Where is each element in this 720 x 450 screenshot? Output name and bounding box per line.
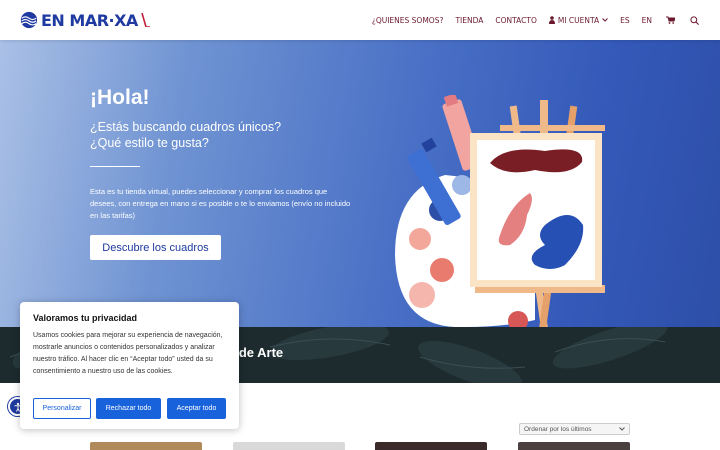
search-button[interactable] (687, 13, 701, 27)
nav-quienes-somos[interactable]: ¿QUIENES SOMOS? (366, 16, 450, 25)
product-card[interactable] (375, 442, 487, 450)
product-card[interactable] (90, 442, 202, 450)
site-header: EN MAR·XA ¿QUIENES SOMOS? TIENDA CONTACT… (0, 0, 720, 40)
cookie-text: Usamos cookies para mejorar su experienc… (33, 332, 223, 375)
main-nav: ¿QUIENES SOMOS? TIENDA CONTACTO MI CUENT… (366, 0, 706, 40)
sort-select-value: Ordenar por los últimos (524, 425, 592, 433)
nav-lang-en[interactable]: EN (636, 16, 658, 25)
reject-all-button[interactable]: Rechazar todo (96, 398, 161, 419)
sort-select[interactable]: Ordenar por los últimos (519, 423, 630, 435)
nav-label: ¿QUIENES SOMOS? (371, 15, 444, 25)
nav-label: MI CUENTA (557, 15, 600, 25)
hero-description: Esta es tu tienda virtual, puedes selecc… (90, 187, 351, 220)
hero-subtitle: ¿Estás buscando cuadros únicos? ¿Qué est… (90, 119, 330, 151)
nav-mi-cuenta[interactable]: MI CUENTA (543, 16, 614, 25)
nav-lang-es[interactable]: ES (614, 16, 636, 25)
hero-title: ¡Hola! (90, 86, 150, 109)
nav-label: CONTACTO (495, 15, 537, 25)
hero-subtitle-line: ¿Estás buscando cuadros únicos? (90, 120, 282, 134)
cookie-consent-banner: Valoramos tu privacidad Usamos cookies p… (20, 302, 239, 429)
cookie-title: Valoramos tu privacidad (33, 313, 138, 323)
chevron-down-icon (602, 18, 608, 22)
user-icon (548, 16, 555, 24)
customize-cookies-button[interactable]: Personalizar (33, 398, 91, 419)
page: EN MAR·XA ¿QUIENES SOMOS? TIENDA CONTACT… (0, 0, 720, 450)
nav-label: ES (620, 15, 630, 25)
discover-paintings-button[interactable]: Descubre los cuadros (90, 235, 221, 260)
hero-section: ¡Hola! ¿Estás buscando cuadros únicos? ¿… (0, 40, 720, 327)
site-logo[interactable]: EN MAR·XA (20, 10, 151, 30)
wave-logo-icon (20, 11, 38, 29)
cart-icon (665, 16, 675, 24)
divider (90, 166, 140, 167)
product-card[interactable] (233, 442, 345, 450)
product-card[interactable] (518, 442, 630, 450)
logo-text: EN MAR·XA (41, 10, 138, 30)
nav-label: EN (641, 15, 652, 25)
nav-label: TIENDA (455, 15, 484, 25)
easel-painting-illustration (395, 95, 605, 327)
nav-tienda[interactable]: TIENDA (449, 16, 489, 25)
cart-button[interactable] (663, 13, 677, 27)
chevron-down-icon (619, 427, 625, 431)
nav-contacto[interactable]: CONTACTO (489, 16, 542, 25)
logo-accent-icon (141, 13, 150, 27)
accept-all-button[interactable]: Aceptar todo (167, 398, 226, 419)
search-icon (689, 15, 699, 25)
hero-subtitle-line: ¿Qué estilo te gusta? (90, 136, 209, 150)
